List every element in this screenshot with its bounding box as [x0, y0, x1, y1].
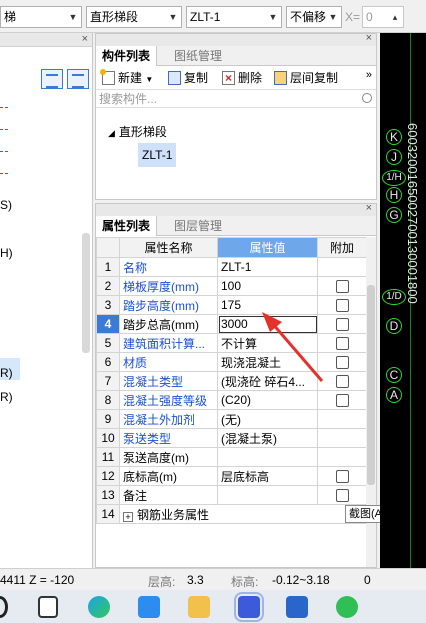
edge-browser-icon[interactable]: [88, 596, 110, 618]
drawing-canvas[interactable]: K J 1/H H G 1/D D C A 600320016500270013…: [380, 33, 426, 568]
wechat-icon[interactable]: [336, 596, 358, 618]
dimension-text: 6003200165002700130001800: [405, 123, 420, 304]
floor-height-value: 3.3: [187, 573, 204, 587]
gtj-app-icon[interactable]: [234, 592, 264, 622]
status-extra-value: 0: [364, 573, 371, 587]
axis-label: H: [386, 187, 402, 203]
axis-label: K: [386, 129, 402, 145]
status-bar: 4411 Z = -120 层高: 3.3 标高: -0.12~3.18 0: [0, 568, 426, 590]
taskbar: [0, 590, 426, 623]
axis-label: A: [386, 387, 402, 403]
elevation-label: 标高:: [231, 575, 259, 589]
axis-label: 1/H: [382, 170, 406, 186]
file-explorer-icon[interactable]: [188, 596, 210, 618]
red-arrow-annotation: [262, 312, 324, 382]
task-view-icon[interactable]: [38, 596, 58, 618]
axis-label: J: [386, 149, 402, 165]
axis-label: D: [386, 318, 402, 334]
app-t-icon[interactable]: [138, 596, 160, 618]
axis-label: C: [386, 367, 402, 383]
floor-height-label: 层高:: [148, 575, 176, 589]
search-icon[interactable]: [0, 596, 8, 618]
axis-label: G: [386, 207, 402, 223]
elevation-value: -0.12~3.18: [272, 573, 330, 587]
axis-label: 1/D: [382, 289, 406, 305]
cad-app-icon[interactable]: [286, 596, 308, 618]
coordinate-readout: 4411 Z = -120: [0, 573, 75, 587]
